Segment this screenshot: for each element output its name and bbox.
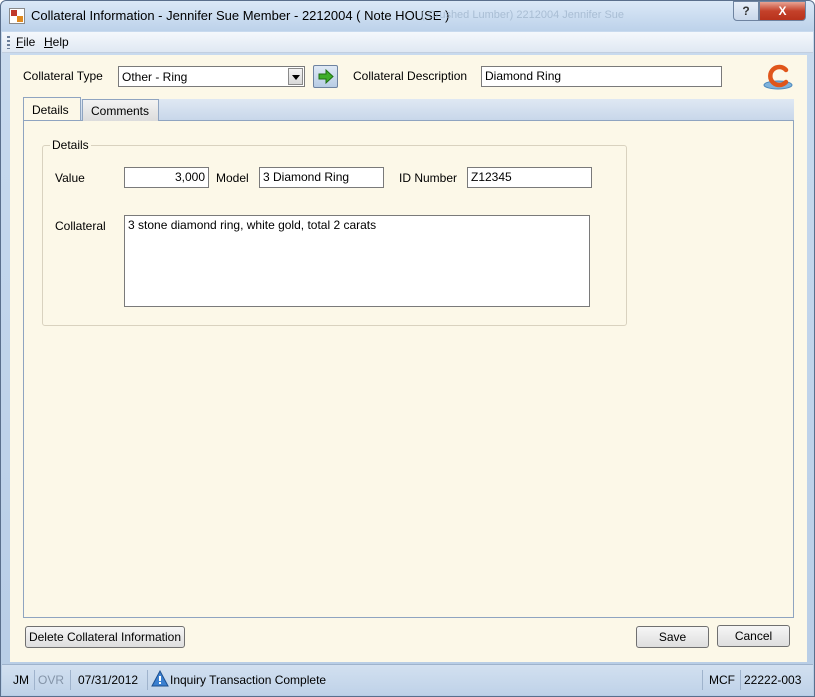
- help-window-button[interactable]: ?: [733, 1, 759, 21]
- app-icon: [9, 8, 25, 24]
- menu-bar: File Help: [2, 32, 813, 53]
- close-window-button[interactable]: X: [759, 1, 806, 21]
- details-panel: Details Value 3,000 Model 3 Diamond Ring…: [23, 121, 794, 618]
- chevron-down-icon[interactable]: [288, 68, 303, 85]
- menu-help[interactable]: Help: [44, 35, 69, 49]
- collateral-type-label: Collateral Type: [23, 69, 103, 83]
- status-ovr: OVR: [38, 673, 65, 687]
- window-title: Collateral Information - Jennifer Sue Me…: [31, 8, 450, 23]
- tab-strip: Details Comments: [23, 97, 794, 121]
- collateral-window: Collateral Information - Jennifer Sue Me…: [0, 0, 815, 697]
- brand-logo-icon: [763, 64, 793, 90]
- collateral-description-label: Collateral Description: [353, 69, 468, 83]
- client-area: Collateral Type Other - Ring Collateral …: [10, 55, 807, 662]
- details-groupbox: Details Value 3,000 Model 3 Diamond Ring…: [42, 138, 627, 326]
- collateral-type-select[interactable]: Other - Ring: [118, 66, 305, 87]
- collateral-label: Collateral: [55, 219, 106, 233]
- menu-help-mnemonic: H: [44, 35, 53, 49]
- status-user: JM: [13, 673, 29, 687]
- menu-file-label: ile: [23, 35, 36, 49]
- status-divider: [740, 670, 741, 690]
- background-window-title: ( Crushed Lumber) 2212004 Jennifer Sue: [421, 9, 625, 21]
- model-input[interactable]: 3 Diamond Ring: [259, 167, 384, 188]
- status-system: MCF: [709, 673, 735, 687]
- tab-comments[interactable]: Comments: [82, 99, 159, 121]
- id-number-input[interactable]: Z12345: [467, 167, 592, 188]
- status-divider: [70, 670, 71, 690]
- details-group-title: Details: [50, 138, 91, 152]
- value-input[interactable]: 3,000: [124, 167, 209, 188]
- cancel-button[interactable]: Cancel: [717, 625, 790, 647]
- collateral-type-value: Other - Ring: [122, 70, 188, 84]
- menu-file[interactable]: File: [16, 35, 35, 49]
- menu-help-label: elp: [52, 35, 69, 49]
- go-arrow-button[interactable]: [313, 65, 338, 88]
- tab-details[interactable]: Details: [23, 97, 81, 120]
- value-label: Value: [55, 171, 85, 185]
- delete-collateral-button[interactable]: Delete Collateral Information: [25, 626, 185, 648]
- warning-icon: [151, 670, 169, 687]
- status-message: Inquiry Transaction Complete: [170, 673, 327, 687]
- menu-grip-icon: [7, 36, 10, 49]
- status-date: 07/31/2012: [78, 673, 139, 687]
- model-label: Model: [216, 171, 249, 185]
- status-divider: [34, 670, 35, 690]
- status-account: 22222-003: [744, 673, 802, 687]
- status-divider: [702, 670, 703, 690]
- title-bar[interactable]: Collateral Information - Jennifer Sue Me…: [1, 1, 814, 31]
- save-button[interactable]: Save: [636, 626, 709, 648]
- collateral-description-input[interactable]: Diamond Ring: [481, 66, 722, 87]
- status-divider: [147, 670, 148, 690]
- collateral-textarea[interactable]: 3 stone diamond ring, white gold, total …: [124, 215, 590, 307]
- status-bar: JM OVR 07/31/2012 Inquiry Transaction Co…: [2, 664, 813, 695]
- id-number-label: ID Number: [399, 171, 458, 185]
- arrow-right-icon: [318, 68, 334, 85]
